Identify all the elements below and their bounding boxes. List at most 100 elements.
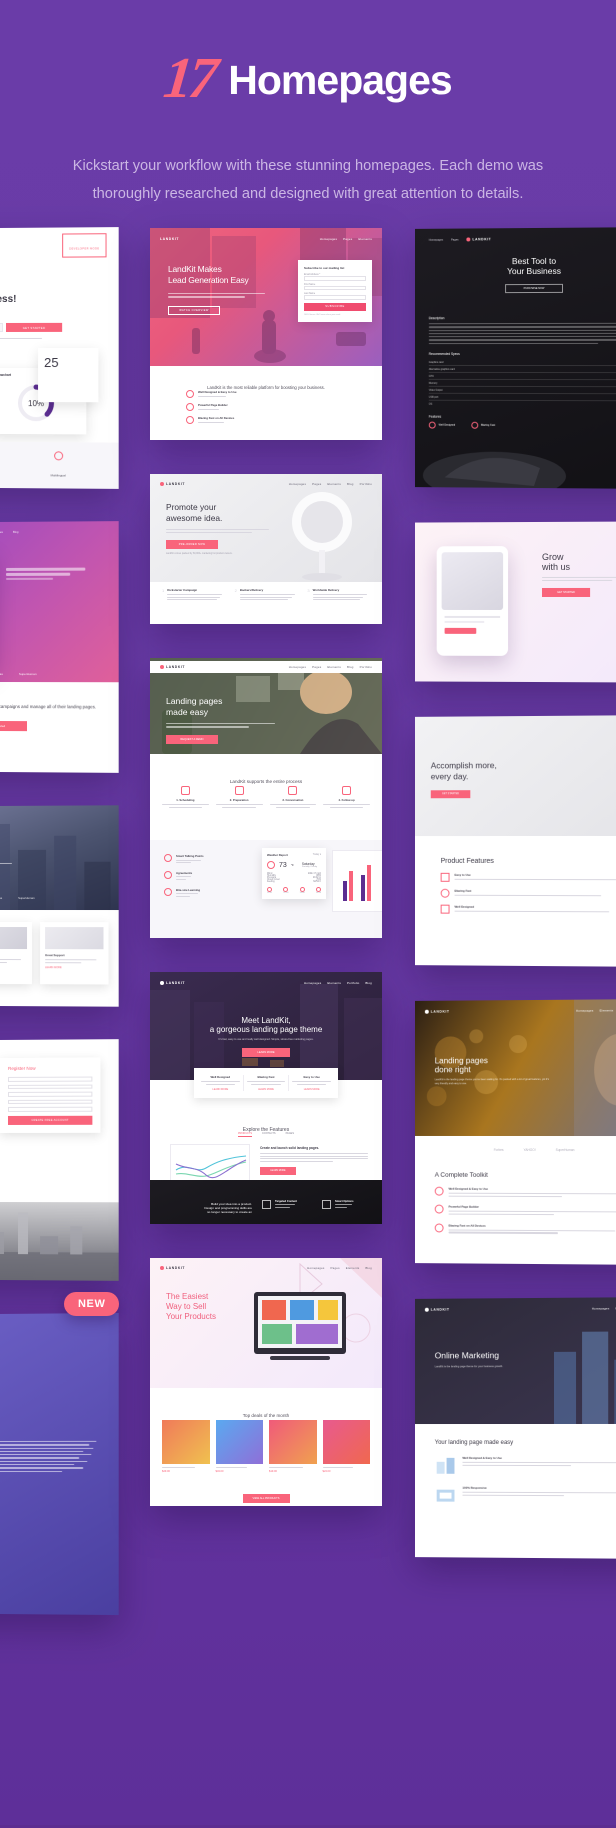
nav-item[interactable]: Homepages	[576, 1009, 593, 1013]
thumbnail-best-tool[interactable]: Homepages Pages LANDKIT Best Tool to You…	[414, 227, 616, 489]
nav-item[interactable]: Pages	[451, 238, 459, 241]
thumbnail-navbar[interactable]: LANDKIT Homepages Elements Portfolio Blo…	[415, 1003, 616, 1019]
nav-item[interactable]: Homepages	[304, 981, 321, 985]
email-field[interactable]	[0, 322, 3, 333]
request-demo-button[interactable]: REQUEST A DEMO	[166, 734, 218, 744]
product-card[interactable]: $24.00	[322, 1420, 370, 1473]
lastname-input[interactable]	[304, 295, 366, 300]
form-input[interactable]	[7, 1099, 93, 1104]
thumbnail-column-center: LANDKIT Homepages Pages Elements LandKit…	[150, 228, 382, 1540]
create-account-button[interactable]: CREATE FREE ACCOUNT	[7, 1115, 93, 1125]
thumbnail-accomplish-more[interactable]: Accomplish more, every day. GET STARTED …	[414, 715, 616, 967]
nav-item[interactable]: Elements	[600, 1008, 614, 1012]
chart-learn-more-button[interactable]: LEARN MORE	[260, 1167, 296, 1176]
purchase-button[interactable]: PURCHASE NOW	[505, 283, 564, 294]
nav-item[interactable]: Pages	[331, 1266, 340, 1270]
thumbnail-promote-idea[interactable]: LANDKIT Homepages Pages Elements Blog Po…	[150, 474, 382, 624]
nav-links[interactable]: Homepages Elements Portfolio Blog	[576, 1008, 616, 1013]
form-input[interactable]	[7, 1091, 93, 1097]
thumbnail-navbar[interactable]: LANDKIT Homepages Pages Elements	[415, 1301, 616, 1317]
nav-item[interactable]: Portfolio	[360, 482, 372, 486]
thumbnail-meet-landkit[interactable]: LANDKIT Homepages Elements Portfolio Blo…	[150, 972, 382, 1224]
feature-card[interactable]: Well Designed LEARN MORE	[198, 1075, 244, 1091]
nav-item[interactable]: Homepages	[592, 1306, 610, 1310]
nav-links[interactable]: Homepages Pages Elements Blog Portfolio	[289, 665, 372, 669]
thumbnail-online-marketing[interactable]: LANDKIT Homepages Pages Elements Online …	[414, 1297, 616, 1559]
get-started-button[interactable]: Get Started	[0, 720, 28, 731]
nav-item[interactable]: Pages	[343, 237, 352, 241]
illustration-icon	[436, 1489, 455, 1502]
email-input[interactable]	[304, 276, 366, 281]
view-all-products-button[interactable]: VIEW ALL PRODUCTS	[242, 1494, 290, 1503]
watch-overview-button[interactable]: WATCH OVERVIEW	[168, 305, 220, 315]
nav-item[interactable]: Portfolio	[360, 665, 372, 669]
thumbnail-lead-generation[interactable]: LANDKIT Homepages Pages Elements LandKit…	[150, 228, 382, 440]
tab-contacts[interactable]: CONTACTS	[262, 1132, 276, 1137]
tab-products[interactable]: PRODUCTS	[237, 1132, 252, 1137]
nav-item[interactable]: Elements	[358, 237, 372, 241]
firstname-input[interactable]	[304, 285, 366, 290]
register-form[interactable]: Register Now CREATE FREE ACCOUNT	[0, 1057, 101, 1133]
nav-item[interactable]: Elements	[327, 482, 341, 486]
product-card[interactable]: $19.00	[269, 1420, 317, 1473]
nav-item[interactable]: Portfolio	[347, 981, 359, 985]
nav-links[interactable]: Homepages Elements Portfolio Blog	[304, 981, 372, 985]
thumbnail-startup-idea[interactable]: DEVELOPER MODE Turn your idea into a pro…	[0, 227, 119, 489]
nav-item[interactable]: Pages	[312, 482, 321, 486]
nav-item[interactable]: Blog	[365, 1266, 372, 1270]
thumbnail-grow-with-us[interactable]: Grow with us GET STARTED	[414, 521, 616, 683]
nav-item[interactable]: Homepages	[289, 482, 306, 486]
nav-item[interactable]: Blog	[347, 665, 354, 669]
nav-item[interactable]: Homepages	[429, 238, 443, 241]
thumbnail-navbar[interactable]: LANDKIT Homepages Pages Elements	[150, 232, 382, 246]
form-input[interactable]	[7, 1076, 93, 1082]
nav-links[interactable]: Homepages Pages Elements	[592, 1306, 616, 1310]
nav-item[interactable]: Elements	[327, 981, 341, 985]
learn-more-button[interactable]: LEARN MORE	[242, 1048, 290, 1057]
nav-links[interactable]: Homepages Pages Elements	[320, 237, 372, 241]
thumbnail-transactions[interactable]: Transactions made for your business 7 15…	[0, 1312, 119, 1616]
nav-links[interactable]: Homepages Pages Elements Blog	[307, 1266, 372, 1270]
thumbnail-navbar[interactable]: LANDKIT Homepages Pages Elements Blog	[150, 1261, 382, 1275]
product-card[interactable]: $34.00	[215, 1420, 263, 1473]
feature-card[interactable]: Great Support LEARN MORE	[40, 922, 109, 985]
nav-item[interactable]: Homepages	[289, 665, 306, 669]
nav-item[interactable]: Elements	[327, 665, 341, 669]
tab-pages[interactable]: PAGES	[286, 1132, 294, 1137]
nav-links[interactable]: Homepages Pages Elements Blog Portfolio	[289, 482, 372, 486]
thumbnail-navbar[interactable]: LANDKIT Homepages Elements Portfolio Blo…	[150, 976, 382, 990]
subscribe-button[interactable]: SUBSCRIBE	[304, 302, 366, 311]
thumbnail-sell-products[interactable]: LANDKIT Homepages Pages Elements Blog Th…	[150, 1258, 382, 1506]
preorder-button[interactable]: PRE-ORDER NOW	[166, 539, 218, 549]
footer-feature: Targeted Content	[262, 1199, 297, 1211]
thumbnail-app-mobile[interactable]: Home Pages Blog FORBES adidas SuperHuman	[0, 521, 119, 773]
subscribe-form[interactable]: Subscribe to our mailing list Email Addr…	[298, 260, 372, 322]
form-input[interactable]	[7, 1106, 93, 1112]
feature-item: 2 Backers/Delivery	[235, 588, 298, 602]
section-title: Product Features	[440, 857, 494, 865]
thumbnail-navbar[interactable]: LANDKIT Homepages Pages Elements Blog Po…	[150, 477, 382, 491]
nav-item[interactable]: Pages	[312, 665, 321, 669]
thumbnail-powerful-platform[interactable]: A powerful platform for landing pages th…	[0, 805, 119, 1007]
get-started-button[interactable]: GET STARTED	[5, 322, 63, 332]
thumbnail-landing-made-easy[interactable]: LANDKIT Homepages Pages Elements Blog Po…	[150, 658, 382, 938]
thumbnail-landing-done-right[interactable]: LANDKIT Homepages Elements Portfolio Blo…	[414, 999, 616, 1265]
get-started-button[interactable]: GET STARTED	[541, 587, 591, 597]
side-feature: Bite-size Learning	[164, 887, 256, 899]
feature-card[interactable]: Blazing Fast LEARN MORE	[244, 1075, 290, 1091]
get-started-button[interactable]: GET STARTED	[430, 790, 471, 799]
nav-item[interactable]: Homepages	[307, 1266, 324, 1270]
tabs[interactable]: PRODUCTS CONTACTS PAGES	[150, 1132, 382, 1137]
nav-item[interactable]: Homepages	[320, 237, 337, 241]
feature-card[interactable]: Easy to Use LEARN MORE	[289, 1075, 334, 1091]
thumbnail-navbar[interactable]: Homepages Pages LANDKIT	[415, 231, 616, 247]
nav-item[interactable]: Elements	[346, 1266, 360, 1270]
form-input[interactable]	[7, 1084, 93, 1089]
thumbnail-email-marketing[interactable]: Get email for 3 months Register Now CREA…	[0, 1039, 119, 1281]
feature-card[interactable]: Powerful Builder LEARN MORE	[0, 921, 33, 985]
brand-logo: LANDKIT	[160, 1266, 185, 1270]
product-card[interactable]: $29.00	[162, 1420, 210, 1473]
thumbnail-navbar[interactable]: LANDKIT Homepages Pages Elements Blog Po…	[150, 661, 382, 673]
nav-item[interactable]: Blog	[365, 981, 372, 985]
nav-item[interactable]: Blog	[347, 482, 354, 486]
